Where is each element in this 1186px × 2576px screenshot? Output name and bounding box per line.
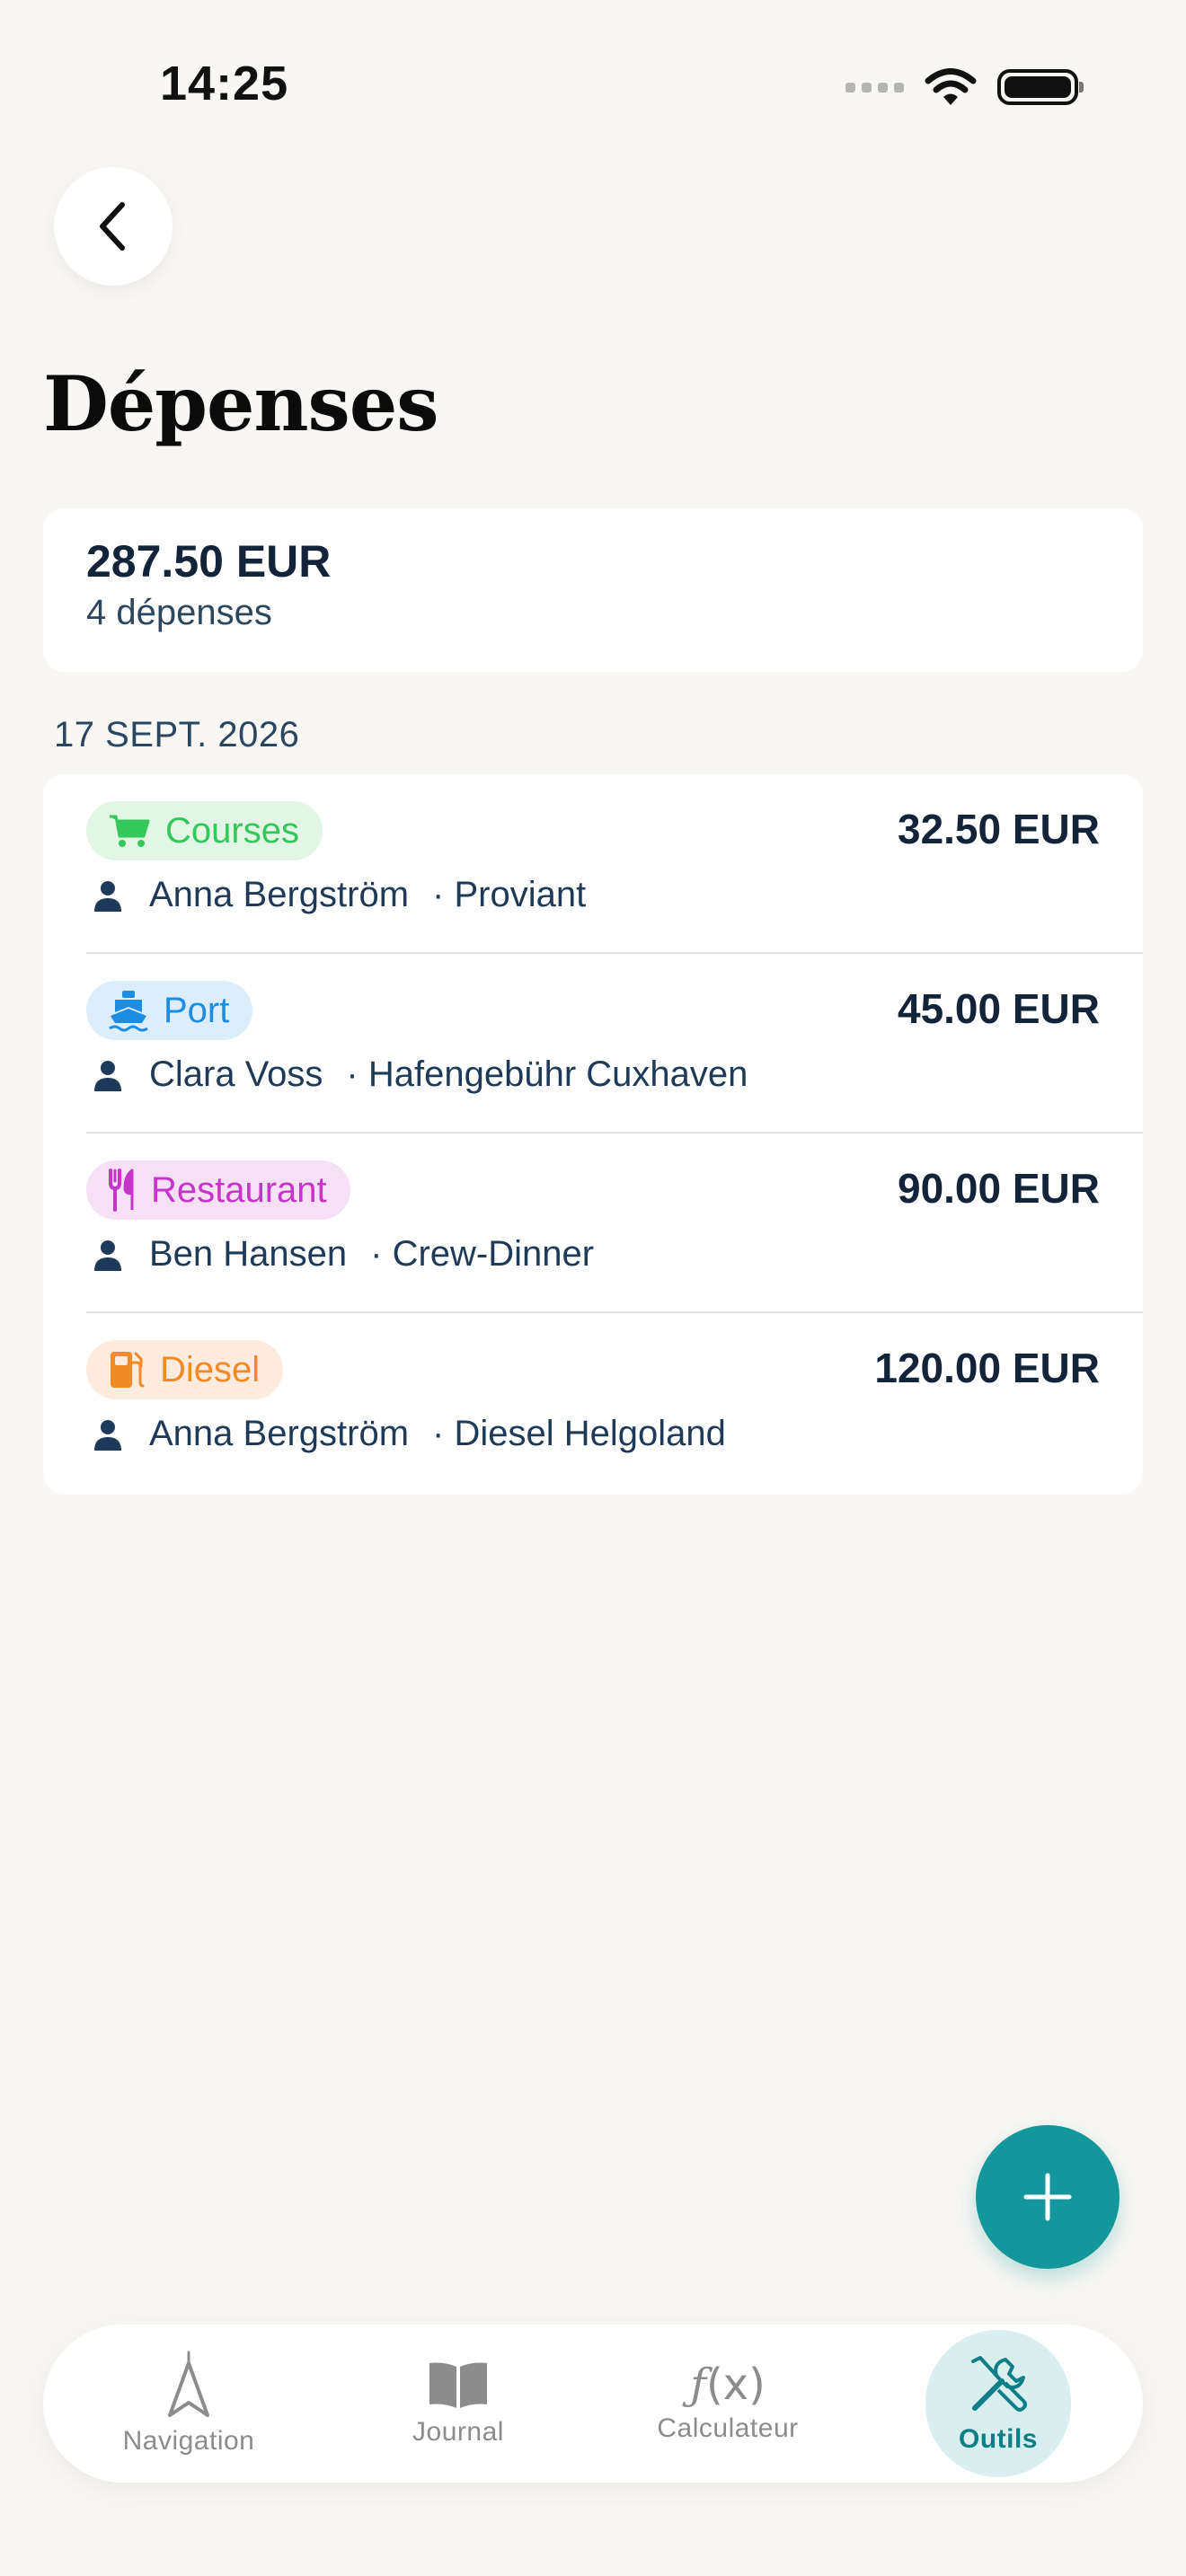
tab-calculateur[interactable]: ƒ(x) Calculateur	[638, 2325, 818, 2483]
expense-meta: Ben Hansen · Crew-Dinner	[86, 1234, 594, 1275]
expense-person: Clara Voss	[149, 1054, 323, 1094]
cellular-signal-icon	[845, 82, 904, 93]
category-label: Courses	[165, 810, 299, 851]
summary-card: 287.50 EUR 4 dépenses	[43, 508, 1143, 672]
expense-row-restaurant[interactable]: Restaurant 90.00 EUR Ben Hansen · Crew-D…	[43, 1134, 1143, 1313]
fuel-pump-icon	[111, 1352, 145, 1388]
expense-person: Ben Hansen	[149, 1234, 348, 1274]
plus-icon	[1023, 2173, 1072, 2221]
tab-label: Calculateur	[657, 2413, 799, 2443]
cart-icon	[110, 815, 150, 847]
tab-bar: Navigation Journal ƒ(x) Calculateur Outi…	[43, 2325, 1143, 2483]
tab-label: Journal	[412, 2417, 504, 2447]
expense-meta: Clara Voss · Hafengebühr Cuxhaven	[86, 1054, 748, 1095]
expense-description: · Crew-Dinner	[370, 1234, 595, 1274]
category-chip: Diesel	[86, 1340, 284, 1399]
tab-outils[interactable]: Outils	[908, 2325, 1088, 2483]
expense-description: · Hafengebühr Cuxhaven	[346, 1054, 748, 1094]
person-icon	[94, 1239, 121, 1271]
tab-label: Outils	[958, 2424, 1038, 2454]
category-chip: Port	[86, 981, 253, 1040]
expense-description: · Diesel Helgoland	[432, 1414, 726, 1453]
fork-knife-icon	[109, 1169, 134, 1212]
navigation-arrow-icon	[168, 2351, 209, 2417]
add-expense-button[interactable]	[976, 2125, 1120, 2269]
function-icon: ƒ(x)	[690, 2360, 766, 2410]
person-icon	[94, 880, 121, 912]
status-time: 14:25	[160, 57, 289, 110]
person-icon	[94, 1419, 121, 1451]
category-chip: Courses	[86, 801, 323, 860]
summary-count: 4 dépenses	[86, 593, 272, 632]
expense-amount: 120.00 EUR	[874, 1345, 1100, 1391]
expense-row-port[interactable]: Port 45.00 EUR Clara Voss · Hafengebühr …	[43, 954, 1143, 1134]
chevron-left-icon	[100, 202, 125, 251]
expense-meta: Anna Bergström · Proviant	[86, 875, 586, 915]
tools-icon	[971, 2356, 1027, 2412]
back-button[interactable]	[54, 167, 173, 286]
tab-journal[interactable]: Journal	[368, 2325, 548, 2483]
expense-amount: 90.00 EUR	[897, 1165, 1100, 1212]
wifi-icon	[925, 68, 977, 105]
ferry-icon	[109, 991, 148, 1032]
category-label: Diesel	[160, 1349, 261, 1389]
tab-navigation[interactable]: Navigation	[99, 2325, 279, 2483]
page-title: Dépenses	[43, 359, 439, 448]
category-label: Port	[164, 990, 230, 1030]
book-icon	[429, 2362, 487, 2408]
expense-person: Anna Bergström	[149, 1414, 410, 1453]
category-label: Restaurant	[151, 1169, 327, 1210]
person-icon	[94, 1060, 121, 1091]
expense-row-courses[interactable]: Courses 32.50 EUR Anna Bergström · Provi…	[43, 774, 1143, 954]
expense-amount: 45.00 EUR	[897, 985, 1100, 1032]
expense-meta: Anna Bergström · Diesel Helgoland	[86, 1414, 726, 1454]
tab-label: Navigation	[122, 2426, 255, 2456]
status-icons	[845, 63, 1084, 111]
expense-person: Anna Bergström	[149, 875, 410, 914]
section-date-header: 17 SEPT. 2026	[54, 715, 300, 754]
expense-row-diesel[interactable]: Diesel 120.00 EUR Anna Bergström · Diese…	[43, 1313, 1143, 1493]
summary-total: 287.50 EUR	[86, 536, 332, 587]
category-chip: Restaurant	[86, 1160, 350, 1220]
expense-amount: 32.50 EUR	[897, 806, 1100, 852]
expense-description: · Proviant	[432, 875, 587, 914]
expense-list: Courses 32.50 EUR Anna Bergström · Provi…	[43, 774, 1143, 1495]
battery-icon	[997, 69, 1084, 105]
